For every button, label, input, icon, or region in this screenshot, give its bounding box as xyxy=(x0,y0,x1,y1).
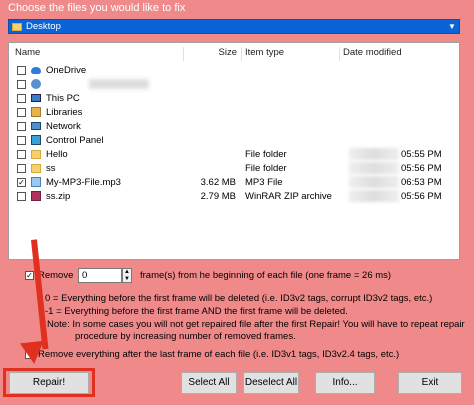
redacted-name xyxy=(89,79,149,89)
item-name: ss xyxy=(46,162,56,174)
item-type: MP3 File xyxy=(245,176,283,188)
item-type: File folder xyxy=(245,148,287,160)
item-name: OneDrive xyxy=(46,64,87,76)
note-zero: 0 = Everything before the first frame wi… xyxy=(45,293,433,304)
list-item[interactable]: Control Panel xyxy=(9,133,459,147)
note-repeat: Note: In some cases you will not get rep… xyxy=(47,319,465,330)
list-item[interactable]: Libraries xyxy=(9,105,459,119)
frames-count-input[interactable]: 0 xyxy=(78,268,122,283)
folder-select-value: Desktop xyxy=(26,21,61,32)
row-checkbox[interactable] xyxy=(17,65,26,75)
note-repeat-cont: procedure by increasing number of remove… xyxy=(75,331,296,342)
note-minus-one: -1 = Everything before the first frame A… xyxy=(45,306,348,317)
item-type: WinRAR ZIP archive xyxy=(245,190,332,202)
remove-label: Remove xyxy=(38,270,74,281)
remove-after-last-label: Remove everything after the last frame o… xyxy=(38,349,400,360)
list-item[interactable]: This PC xyxy=(9,91,459,105)
frames-spinner[interactable]: ▲ ▼ xyxy=(122,268,132,283)
redacted-date xyxy=(349,190,399,202)
user-icon xyxy=(31,79,41,89)
item-name: This PC xyxy=(46,92,80,104)
row-checkbox[interactable] xyxy=(17,107,26,117)
item-date: 06:53 PM xyxy=(401,176,442,188)
list-item[interactable]: Hello File folder 05:55 PM xyxy=(9,147,459,161)
item-date: 05:56 PM xyxy=(401,162,442,174)
row-checkbox[interactable] xyxy=(17,93,26,103)
item-name: Control Panel xyxy=(46,134,104,146)
row-checkbox[interactable] xyxy=(17,121,26,131)
item-name: Hello xyxy=(46,148,68,160)
control-panel-icon xyxy=(31,135,41,145)
remove-frames-checkbox[interactable]: ✓ xyxy=(25,271,34,280)
redacted-date xyxy=(349,162,399,174)
window-title: Choose the files you would like to fix xyxy=(8,2,186,14)
folder-icon xyxy=(12,22,22,31)
deselect-all-button[interactable]: Deselect All xyxy=(243,372,299,394)
info-button[interactable]: Info... xyxy=(315,372,375,394)
network-icon xyxy=(31,122,41,130)
item-date: 05:56 PM xyxy=(401,190,442,202)
folder-icon xyxy=(31,163,41,173)
mp3-file-icon xyxy=(31,177,41,187)
item-name: Network xyxy=(46,120,81,132)
remove-suffix: frame(s) from he beginning of each file … xyxy=(140,270,392,281)
list-item[interactable]: OneDrive xyxy=(9,63,459,77)
item-size: 3.62 MB xyxy=(200,176,236,188)
row-checkbox[interactable] xyxy=(17,149,26,159)
folder-select[interactable]: Desktop ▼ xyxy=(8,19,460,34)
repair-highlight-box xyxy=(3,368,95,397)
list-item[interactable]: ✓ My-MP3-File.mp3 3.62 MB MP3 File 06:53… xyxy=(9,175,459,189)
list-item[interactable]: ss File folder 05:56 PM xyxy=(9,161,459,175)
row-checkbox[interactable] xyxy=(17,135,26,145)
item-date: 05:55 PM xyxy=(401,148,442,160)
file-list[interactable]: Name Size Item type Date modified OneDri… xyxy=(8,42,460,260)
column-header-name[interactable]: Name xyxy=(15,47,184,61)
arrow-head-icon xyxy=(19,340,47,366)
zip-file-icon xyxy=(31,191,41,201)
row-checkbox[interactable] xyxy=(17,163,26,173)
pc-icon xyxy=(31,94,41,102)
library-icon xyxy=(31,107,41,117)
chevron-down-icon[interactable]: ▼ xyxy=(445,20,459,33)
item-name: ss.zip xyxy=(46,190,71,202)
column-header-type[interactable]: Item type xyxy=(245,47,340,61)
row-checkbox[interactable]: ✓ xyxy=(17,177,26,187)
redacted-date xyxy=(349,148,399,160)
list-item[interactable]: ss.zip 2.79 MB WinRAR ZIP archive 05:56 … xyxy=(9,189,459,203)
select-all-button[interactable]: Select All xyxy=(181,372,237,394)
list-item[interactable] xyxy=(9,77,459,91)
cloud-icon xyxy=(31,66,41,74)
column-header-size[interactable]: Size xyxy=(187,47,242,61)
column-header-date[interactable]: Date modified xyxy=(343,47,453,61)
row-checkbox[interactable] xyxy=(17,79,26,89)
item-type: File folder xyxy=(245,162,287,174)
item-size: 2.79 MB xyxy=(200,190,236,202)
exit-button[interactable]: Exit xyxy=(398,372,462,394)
item-name: My-MP3-File.mp3 xyxy=(46,176,121,188)
list-item[interactable]: Network xyxy=(9,119,459,133)
folder-icon xyxy=(31,149,41,159)
row-checkbox[interactable] xyxy=(17,191,26,201)
redacted-date xyxy=(349,176,399,188)
item-name: Libraries xyxy=(46,106,83,118)
